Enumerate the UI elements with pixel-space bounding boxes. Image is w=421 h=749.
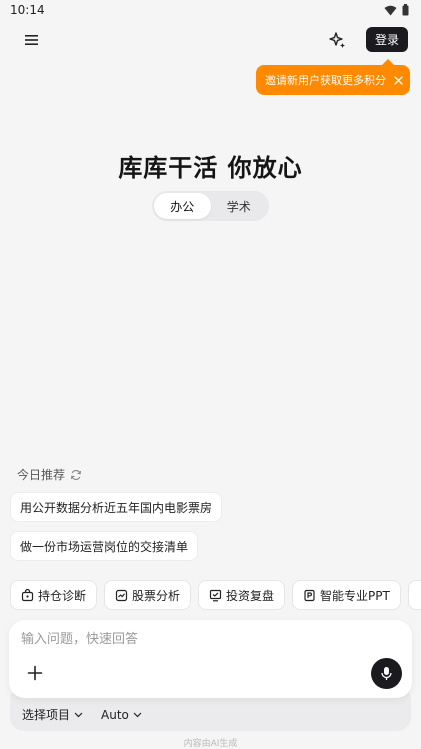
quick-chip-position-diagnosis[interactable]: 持仓诊断 (10, 580, 98, 610)
microphone-icon (381, 667, 392, 680)
quick-chip-smart-ppt[interactable]: 智能专业PPT (292, 580, 401, 610)
close-icon[interactable] (392, 74, 404, 86)
page-title: 库库干活 你放心 (118, 154, 303, 182)
header: 登录 (0, 24, 421, 56)
quick-chip-fortune[interactable]: 命理 (407, 580, 421, 610)
project-select-label: 选择项目 (22, 708, 71, 722)
recommend-title: 今日推荐 (17, 466, 82, 483)
refresh-icon[interactable] (70, 469, 82, 481)
project-select[interactable]: 选择项目 (22, 706, 83, 723)
recommend-title-text: 今日推荐 (17, 468, 66, 482)
invite-tip-text: 邀请新用户获取更多积分 (265, 74, 386, 87)
quick-chip-investment-review[interactable]: 投资复盘 (198, 580, 286, 610)
chevron-down-icon (133, 712, 142, 717)
recommend-item[interactable]: 做一份市场运营岗位的交接清单 (10, 531, 199, 561)
login-button[interactable]: 登录 (366, 27, 408, 52)
chart-icon (115, 589, 128, 602)
ai-disclaimer: 内容由AI生成 (183, 739, 238, 749)
invite-tip[interactable]: 邀请新用户获取更多积分 (256, 59, 410, 95)
quick-chip-label: 持仓诊断 (38, 588, 87, 603)
review-icon (209, 589, 222, 602)
tab-academic[interactable]: 学术 (211, 193, 268, 219)
status-bar: 10:14 (0, 0, 421, 20)
quick-chip-stock-analysis[interactable]: 股票分析 (104, 580, 192, 610)
lock-box-icon (21, 588, 34, 602)
quick-chip-label: 股票分析 (132, 588, 181, 603)
menu-icon[interactable] (22, 30, 42, 50)
tab-office[interactable]: 办公 (154, 193, 211, 219)
input-card (9, 620, 412, 698)
wifi-icon (384, 5, 397, 15)
bottom-controls: 选择项目 Auto (22, 706, 142, 723)
chevron-down-icon (74, 712, 83, 717)
quick-chip-label: 智能专业PPT (320, 588, 390, 603)
quick-chip-label: 投资复盘 (226, 588, 275, 603)
microphone-button[interactable] (371, 658, 402, 689)
battery-icon (402, 4, 409, 16)
ppt-icon (303, 589, 316, 602)
model-select[interactable]: Auto (101, 706, 142, 723)
recommend-item[interactable]: 用公开数据分析近五年国内电影票房 (10, 492, 223, 522)
model-select-label: Auto (101, 707, 129, 722)
status-icons (384, 4, 409, 16)
question-input[interactable] (21, 628, 381, 650)
status-time: 10:14 (10, 3, 45, 17)
sparkle-icon[interactable] (326, 29, 348, 51)
mode-tabs: 办公 学术 (152, 191, 269, 221)
plus-icon[interactable] (24, 662, 46, 684)
quick-actions: 持仓诊断 股票分析 投资复盘 智能专业PPT (10, 580, 421, 610)
